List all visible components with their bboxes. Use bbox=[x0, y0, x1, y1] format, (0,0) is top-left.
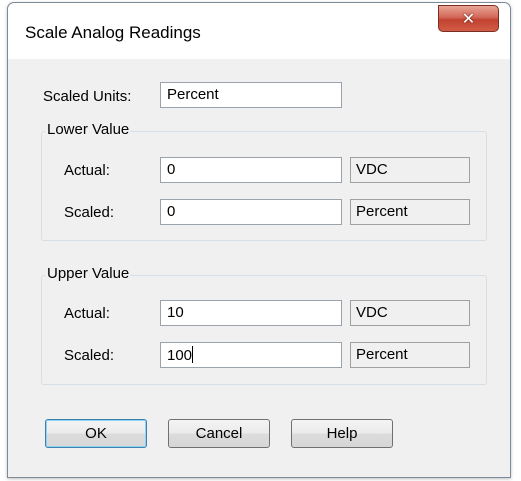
upper-actual-value: 10 bbox=[167, 304, 184, 321]
upper-scaled-unit-text: Percent bbox=[356, 346, 408, 363]
upper-scaled-input[interactable]: 100 bbox=[160, 342, 342, 368]
close-button[interactable]: ✕ bbox=[438, 5, 499, 32]
text-cursor bbox=[192, 346, 194, 363]
ok-button-label: OK bbox=[85, 425, 107, 442]
lower-value-legend: Lower Value bbox=[45, 121, 132, 138]
lower-actual-unit-text: VDC bbox=[356, 161, 388, 178]
cancel-button-label: Cancel bbox=[195, 425, 243, 442]
lower-actual-unit: VDC bbox=[350, 157, 470, 183]
help-button[interactable]: Help bbox=[291, 419, 393, 448]
upper-value-legend: Upper Value bbox=[45, 265, 132, 282]
lower-scaled-unit: Percent bbox=[350, 199, 470, 225]
upper-scaled-unit: Percent bbox=[350, 342, 470, 368]
scaled-units-input[interactable]: Percent bbox=[160, 82, 342, 108]
dialog-title: Scale Analog Readings bbox=[25, 23, 201, 42]
help-button-label: Help bbox=[326, 425, 358, 442]
scaled-units-value: Percent bbox=[167, 86, 219, 103]
lower-actual-input[interactable]: 0 bbox=[160, 157, 342, 183]
lower-actual-value: 0 bbox=[167, 161, 176, 178]
close-icon: ✕ bbox=[461, 10, 476, 28]
upper-scaled-value: 100 bbox=[167, 347, 193, 364]
upper-actual-input[interactable]: 10 bbox=[160, 300, 342, 326]
upper-actual-unit: VDC bbox=[350, 300, 470, 326]
lower-scaled-input[interactable]: 0 bbox=[160, 199, 342, 225]
lower-scaled-value: 0 bbox=[167, 203, 176, 220]
upper-actual-label: Actual: bbox=[64, 305, 110, 322]
lower-scaled-unit-text: Percent bbox=[356, 203, 408, 220]
lower-actual-label: Actual: bbox=[64, 162, 110, 179]
upper-value-group bbox=[41, 275, 487, 385]
cancel-button[interactable]: Cancel bbox=[168, 419, 270, 448]
upper-actual-unit-text: VDC bbox=[356, 304, 388, 321]
ok-button[interactable]: OK bbox=[45, 419, 147, 448]
scaled-units-label: Scaled Units: bbox=[43, 88, 132, 105]
lower-scaled-label: Scaled: bbox=[64, 204, 115, 221]
upper-scaled-label: Scaled: bbox=[64, 347, 115, 364]
title-bar[interactable]: Scale Analog Readings ✕ bbox=[8, 3, 510, 59]
